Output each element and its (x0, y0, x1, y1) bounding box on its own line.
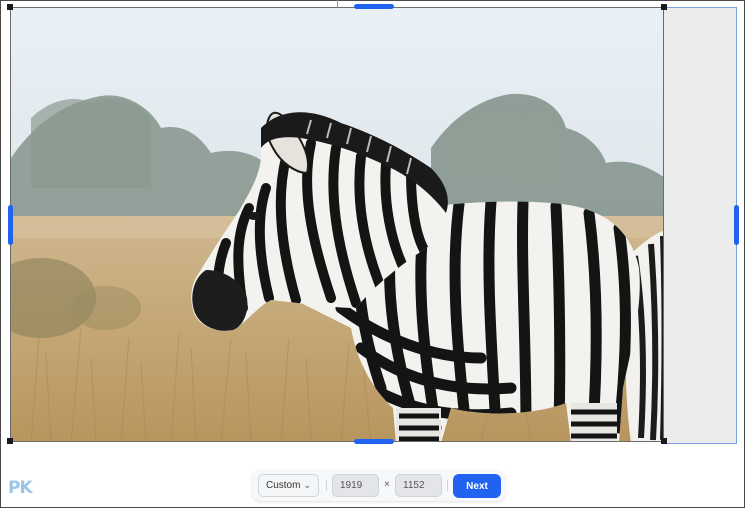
image-canvas[interactable] (10, 7, 664, 442)
next-button[interactable]: Next (453, 474, 501, 498)
aspect-ratio-label: Custom (266, 480, 301, 491)
resize-handle-bottom[interactable] (354, 439, 394, 444)
height-input[interactable]: 1152 (395, 474, 442, 497)
resize-handle-top-right[interactable] (661, 4, 667, 10)
logo: PK (8, 478, 33, 498)
aspect-ratio-dropdown[interactable]: Custom ⌄ (258, 474, 319, 497)
toolbar-divider (326, 480, 327, 491)
chevron-down-icon: ⌄ (303, 480, 311, 490)
top-divider (337, 0, 338, 7)
bottom-toolbar: Custom ⌄ 1919 × 1152 Next (252, 470, 505, 501)
resize-handle-top[interactable] (354, 4, 394, 9)
zebra-photo (11, 8, 663, 441)
toolbar-divider (447, 480, 448, 491)
resize-handle-top-left[interactable] (7, 4, 13, 10)
resize-handle-bottom-right[interactable] (661, 438, 667, 444)
padding-area (664, 7, 737, 444)
width-input[interactable]: 1919 (332, 474, 379, 497)
resize-handle-left[interactable] (8, 205, 13, 245)
resize-handle-right[interactable] (734, 205, 739, 245)
times-symbol: × (384, 479, 390, 490)
resize-handle-bottom-left[interactable] (7, 438, 13, 444)
